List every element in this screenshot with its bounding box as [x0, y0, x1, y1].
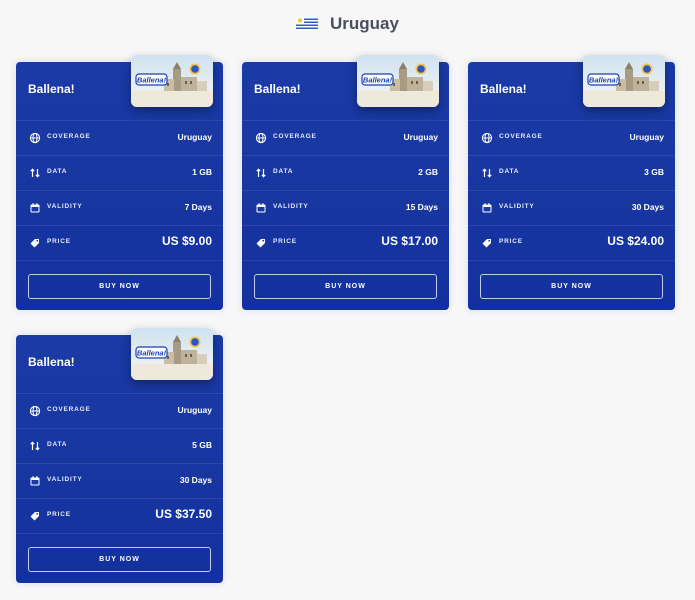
svg-text:Ballena!: Ballena! [137, 76, 167, 85]
plan-row-label: VALIDITY [499, 203, 535, 210]
operator-name: Ballena! [28, 355, 75, 369]
plan-price-value: US $24.00 [607, 234, 664, 248]
price-tag-icon [29, 510, 41, 522]
svg-text:Ballena!: Ballena! [137, 349, 167, 358]
svg-text:Ballena!: Ballena! [363, 76, 393, 85]
plan-validity-value: 15 Days [405, 202, 438, 212]
operator-name: Ballena! [28, 82, 75, 96]
plan-coverage-value: Uruguay [629, 132, 664, 142]
plan-row-label: PRICE [47, 511, 71, 518]
plan-row-label: VALIDITY [47, 203, 83, 210]
plan-card-header: Ballena! Ballena! [16, 55, 223, 120]
plan-card-header: Ballena! Ballena! [242, 55, 449, 120]
price-tag-icon [481, 237, 493, 249]
plan-row-data: DATA 2 GB [242, 155, 449, 190]
esim-card-image: Ballena! [357, 55, 439, 107]
plan-data-value: 5 GB [192, 440, 212, 450]
plan-row-label: DATA [273, 168, 294, 175]
plan-data-value: 3 GB [644, 167, 664, 177]
buy-now-button[interactable]: BUY NOW [28, 274, 211, 299]
buy-now-button[interactable]: BUY NOW [254, 274, 437, 299]
esim-card-image: Ballena! [131, 328, 213, 380]
plan-row-price: PRICE US $9.00 [16, 225, 223, 260]
plan-row-label: COVERAGE [499, 133, 543, 140]
plan-row-label: DATA [47, 441, 68, 448]
globe-icon [29, 132, 41, 144]
plan-row-coverage: COVERAGE Uruguay [242, 120, 449, 155]
plan-validity-value: 30 Days [179, 475, 212, 485]
plan-row-coverage: COVERAGE Uruguay [468, 120, 675, 155]
operator-name: Ballena! [480, 82, 527, 96]
plan-row-label: VALIDITY [47, 476, 83, 483]
plan-price-value: US $17.00 [381, 234, 438, 248]
plan-row-label: COVERAGE [47, 133, 91, 140]
plan-row-coverage: COVERAGE Uruguay [16, 120, 223, 155]
plan-row-validity: VALIDITY 30 Days [468, 190, 675, 225]
svg-text:Ballena!: Ballena! [589, 76, 619, 85]
plan-row-label: PRICE [499, 238, 523, 245]
uruguay-flag-icon [296, 17, 319, 31]
plan-row-label: COVERAGE [273, 133, 317, 140]
card-divider [16, 260, 223, 261]
price-tag-icon [29, 237, 41, 249]
globe-icon [29, 405, 41, 417]
plan-card: Ballena! Ballena! COVERAGE Uruguay DATA 3 GB V… [468, 55, 675, 310]
plan-row-coverage: COVERAGE Uruguay [16, 393, 223, 428]
plan-row-label: COVERAGE [47, 406, 91, 413]
plan-row-validity: VALIDITY 7 Days [16, 190, 223, 225]
plan-row-validity: VALIDITY 30 Days [16, 463, 223, 498]
calendar-icon [29, 475, 41, 487]
card-divider [468, 260, 675, 261]
transfer-arrows-icon [29, 167, 41, 179]
plan-row-label: PRICE [273, 238, 297, 245]
plan-row-price: PRICE US $17.00 [242, 225, 449, 260]
plan-row-price: PRICE US $24.00 [468, 225, 675, 260]
plan-data-value: 2 GB [418, 167, 438, 177]
card-divider [16, 533, 223, 534]
plan-card-header: Ballena! Ballena! [16, 328, 223, 393]
plan-row-label: DATA [499, 168, 520, 175]
plan-coverage-value: Uruguay [177, 132, 212, 142]
plan-card: Ballena! Ballena! COVERAGE Uruguay DATA 5 GB V… [16, 328, 223, 583]
esim-card-image: Ballena! [583, 55, 665, 107]
operator-name: Ballena! [254, 82, 301, 96]
page-header: Uruguay [0, 12, 695, 36]
esim-card-image: Ballena! [131, 55, 213, 107]
price-tag-icon [255, 237, 267, 249]
buy-now-button[interactable]: BUY NOW [480, 274, 663, 299]
plan-price-value: US $9.00 [161, 234, 212, 248]
plan-price-value: US $37.50 [155, 507, 212, 521]
plan-card-header: Ballena! Ballena! [468, 55, 675, 120]
plan-validity-value: 30 Days [631, 202, 664, 212]
calendar-icon [481, 202, 493, 214]
plan-row-data: DATA 5 GB [16, 428, 223, 463]
plan-validity-value: 7 Days [184, 202, 212, 212]
plan-row-label: DATA [47, 168, 68, 175]
plan-card: Ballena! Ballena! COVERAGE Uruguay DATA 2 GB V… [242, 55, 449, 310]
transfer-arrows-icon [255, 167, 267, 179]
buy-now-button[interactable]: BUY NOW [28, 547, 211, 572]
plan-card: Ballena! Ballena! COVERAGE Uruguay DATA 1 GB V… [16, 55, 223, 310]
plan-row-price: PRICE US $37.50 [16, 498, 223, 533]
plan-row-label: PRICE [47, 238, 71, 245]
plan-data-value: 1 GB [192, 167, 212, 177]
transfer-arrows-icon [29, 440, 41, 452]
plan-row-validity: VALIDITY 15 Days [242, 190, 449, 225]
plan-coverage-value: Uruguay [403, 132, 438, 142]
calendar-icon [29, 202, 41, 214]
globe-icon [255, 132, 267, 144]
card-divider [242, 260, 449, 261]
plan-row-label: VALIDITY [273, 203, 309, 210]
globe-icon [481, 132, 493, 144]
calendar-icon [255, 202, 267, 214]
plan-row-data: DATA 3 GB [468, 155, 675, 190]
plan-coverage-value: Uruguay [177, 405, 212, 415]
plan-row-data: DATA 1 GB [16, 155, 223, 190]
page-title: Uruguay [330, 14, 399, 33]
transfer-arrows-icon [481, 167, 493, 179]
